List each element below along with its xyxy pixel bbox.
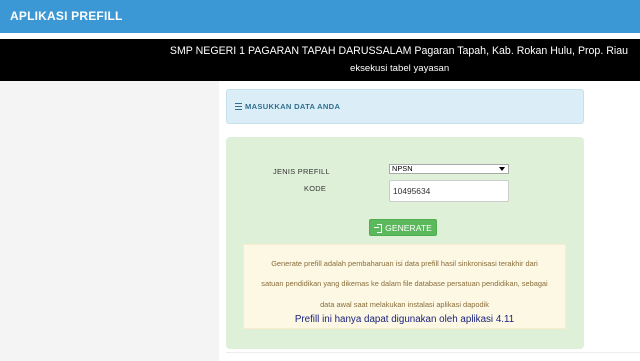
footer-divider [226,352,640,353]
app-title[interactable]: APLIKASI PREFILL [10,9,123,23]
warning-text-line2: satuan pendidikan yang dikemas ke dalam … [261,279,548,288]
info-panel-heading: MASUKKAN DATA ANDA [226,89,584,124]
sign-in-icon [374,223,383,233]
dropdown-arrow-icon [499,167,505,171]
generate-button-label: GENERATE [385,222,432,233]
warning-text-line3: data awal saat melakukan instalasi aplik… [320,300,489,309]
info-panel-label: MASUKKAN DATA ANDA [245,102,341,111]
jenis-prefill-select[interactable]: NPSN [389,164,509,174]
jenis-prefill-selected-value: NPSN [392,164,413,173]
jenis-prefill-label: JENIS PREFILL [273,167,330,176]
school-name: SMP NEGERI 1 PAGARAN TAPAH DARUSSALAM Pa… [169,45,628,57]
prefill-form-panel: JENIS PREFILL NPSN KODE 10495634 GENERAT… [226,137,584,349]
header-subtitle: eksekusi tabel yayasan [350,63,450,74]
warning-text-line1: Generate prefill adalah pembaharuan isi … [271,259,538,268]
list-icon [235,103,242,110]
kode-input[interactable]: 10495634 [389,180,509,202]
school-header: SMP NEGERI 1 PAGARAN TAPAH DARUSSALAM Pa… [0,39,640,81]
left-sidebar [0,81,219,361]
generate-button[interactable]: GENERATE [369,219,437,236]
warning-alert: Generate prefill adalah pembaharuan isi … [243,244,566,329]
version-note: Prefill ini hanya dapat digunakan oleh a… [294,314,515,325]
kode-label: KODE [304,184,327,193]
top-navbar: APLIKASI PREFILL [0,0,640,33]
